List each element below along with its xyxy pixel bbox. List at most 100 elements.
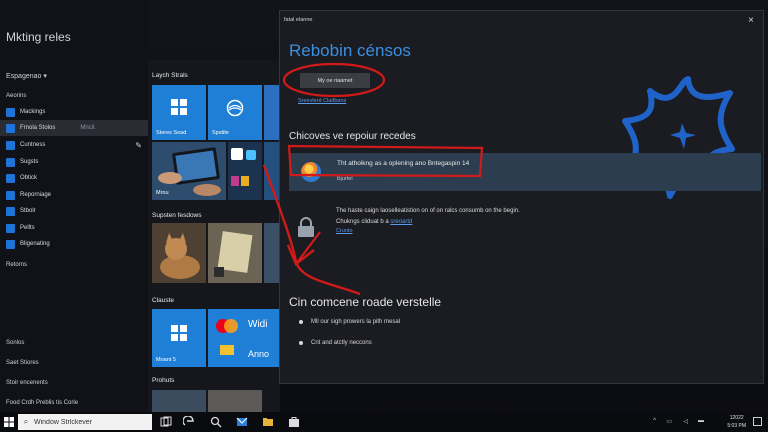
partial-tile[interactable]	[264, 142, 280, 200]
dialog-window: fatal elanne × Rebobin cénsos My oe riaa…	[279, 10, 764, 384]
app-icon	[6, 239, 15, 249]
tile-group-heading: Supsten fesdows	[152, 212, 202, 219]
left-item-2[interactable]: Frnola Stolos Mncil.	[0, 120, 148, 136]
clock-time: 12022	[729, 415, 744, 421]
app-icon	[6, 223, 15, 233]
status-subtext: Bjurtel	[337, 176, 353, 182]
app-icon	[6, 123, 15, 133]
windows-icon	[171, 325, 187, 341]
left-item-9[interactable]: Bligenating	[0, 236, 148, 252]
section-heading: Chicoves ve repoiur recedes	[289, 131, 416, 142]
left-item-8[interactable]: Pellts	[0, 220, 148, 236]
lock-icon	[298, 217, 314, 237]
start-button[interactable]	[0, 412, 18, 432]
app-logo-icon	[246, 150, 256, 160]
left-item-1[interactable]: Mackings	[0, 104, 148, 120]
bottom-item-3[interactable]: Stoir encenents	[6, 380, 48, 386]
anno-tile[interactable]: Widi Anno	[208, 309, 280, 367]
app-icon	[6, 157, 15, 167]
card-logo-icon	[224, 319, 238, 333]
returns-item[interactable]: Retorns	[6, 262, 27, 268]
start-menu-tiles: Laych Strals Steres Sead Spstite Mrou Su…	[148, 60, 280, 412]
section-label: Aeorins	[6, 93, 27, 99]
left-item-3[interactable]: Cuntness ✎	[0, 137, 148, 153]
products-tile-1[interactable]	[152, 390, 206, 412]
start-menu-title: Mkting reles	[6, 30, 71, 44]
battery-icon[interactable]: ▬	[698, 418, 704, 424]
moant-tile[interactable]: Moant 5	[152, 309, 206, 367]
edge-icon[interactable]	[183, 416, 195, 428]
tile-group-heading: Prohuts	[152, 377, 175, 384]
chevron-up-icon[interactable]: ^	[653, 418, 656, 424]
dialog-title: fatal elanne	[284, 17, 313, 23]
clock[interactable]: 12022 5:03 PM	[727, 414, 746, 430]
bullet-dot	[299, 320, 303, 324]
volume-icon[interactable]: ◁	[683, 418, 688, 425]
app-icon	[6, 107, 15, 117]
network-icon[interactable]: ▭	[666, 418, 672, 425]
cat-photo-image	[152, 223, 206, 283]
taskbar-search-input[interactable]	[34, 418, 144, 426]
partial-tile[interactable]	[264, 85, 280, 140]
desktop-screen: Mkting reles Espagenao ▾ Aeorins Macking…	[0, 0, 768, 432]
status-text: Tht athoikng as a oplening ano Bntegaspi…	[337, 160, 470, 167]
taskbar-search-box[interactable]: ⌕	[18, 414, 152, 430]
windows-icon	[4, 417, 14, 427]
dialog-titlebar[interactable]: fatal elanne ×	[280, 11, 763, 31]
task-view-icon[interactable]	[160, 416, 172, 428]
tile-group-heading: Laych Strals	[152, 72, 188, 79]
store-icon[interactable]	[288, 416, 300, 428]
dialog-heading: Rebobin cénsos	[289, 41, 411, 60]
notification-icon[interactable]	[753, 417, 762, 426]
tile-group-heading: Clauste	[152, 297, 175, 304]
cat-photo-tile[interactable]	[152, 223, 206, 283]
book-photo-tile[interactable]	[208, 223, 262, 283]
left-item-7[interactable]: Stbolr	[0, 203, 148, 219]
spstite-tile[interactable]: Spstite	[208, 85, 262, 140]
app-tile[interactable]	[228, 142, 262, 200]
search-icon: ⌕	[23, 417, 29, 426]
lock-inline-link[interactable]: sreoartd	[390, 219, 412, 225]
search-taskbar-icon[interactable]	[210, 416, 222, 428]
section-heading-2: Cin comcene roade verstelle	[289, 295, 442, 309]
app-icon	[6, 173, 15, 183]
app-logo-icon	[231, 148, 243, 160]
start-menu-app-list: Mkting reles Espagenao ▾ Aeorins Macking…	[0, 0, 148, 412]
bottom-item-4[interactable]: Food Crdh Preblis tis Corle	[6, 400, 78, 406]
clock-date: 5:03 PM	[727, 423, 746, 429]
partial-tile[interactable]	[264, 223, 280, 283]
dialog-link[interactable]: Sreevlerd Cladbans	[298, 98, 346, 104]
bottom-item-1[interactable]: Sonlos	[6, 340, 24, 346]
section-dropdown[interactable]: Espagenao ▾	[6, 72, 47, 80]
status-row[interactable]: Tht athoikng as a oplening ano Bntegaspi…	[289, 153, 761, 191]
book-photo-image	[208, 223, 262, 283]
app-icon	[6, 190, 15, 200]
file-explorer-icon[interactable]	[262, 416, 274, 428]
bullet-item: Mll our sigh prowers la pith mesal	[299, 319, 400, 325]
bullet-item: Cnt and atctly neccons	[299, 340, 372, 346]
products-tile-2[interactable]	[208, 390, 262, 412]
close-icon[interactable]: ×	[748, 15, 754, 26]
primary-action-button[interactable]: My oe riaamet	[300, 73, 370, 88]
app-thumb-icon	[231, 176, 239, 186]
badge-icon	[220, 345, 234, 355]
left-item-6[interactable]: Reporniage	[0, 187, 148, 203]
bullet-dot	[299, 341, 303, 345]
left-item-5[interactable]: Obtick	[0, 170, 148, 186]
windows-shield-icon	[301, 162, 321, 182]
app-thumb-icon	[241, 176, 249, 186]
bottom-item-2[interactable]: Saet Stiores	[6, 360, 39, 366]
lock-description-line2: Chukngs cliduat b a sreoartd	[336, 219, 413, 225]
lock-description: The haste caign laoselleatistion on of o…	[336, 208, 520, 214]
mail-icon[interactable]	[236, 416, 248, 428]
store-tile[interactable]: Steres Sead	[152, 85, 206, 140]
app-icon	[6, 206, 15, 216]
taskbar: ⌕ ^ ▭ ◁ ▬ 12022 5:03 PM	[0, 412, 768, 432]
globe-icon	[226, 99, 244, 117]
app-icon	[6, 140, 15, 150]
windows-icon	[171, 99, 187, 115]
lock-link[interactable]: Crunto	[336, 228, 353, 234]
left-item-4[interactable]: Sugsts	[0, 154, 148, 170]
tablet-photo-tile[interactable]: Mrou	[152, 142, 226, 200]
pencil-icon[interactable]: ✎	[135, 141, 142, 150]
